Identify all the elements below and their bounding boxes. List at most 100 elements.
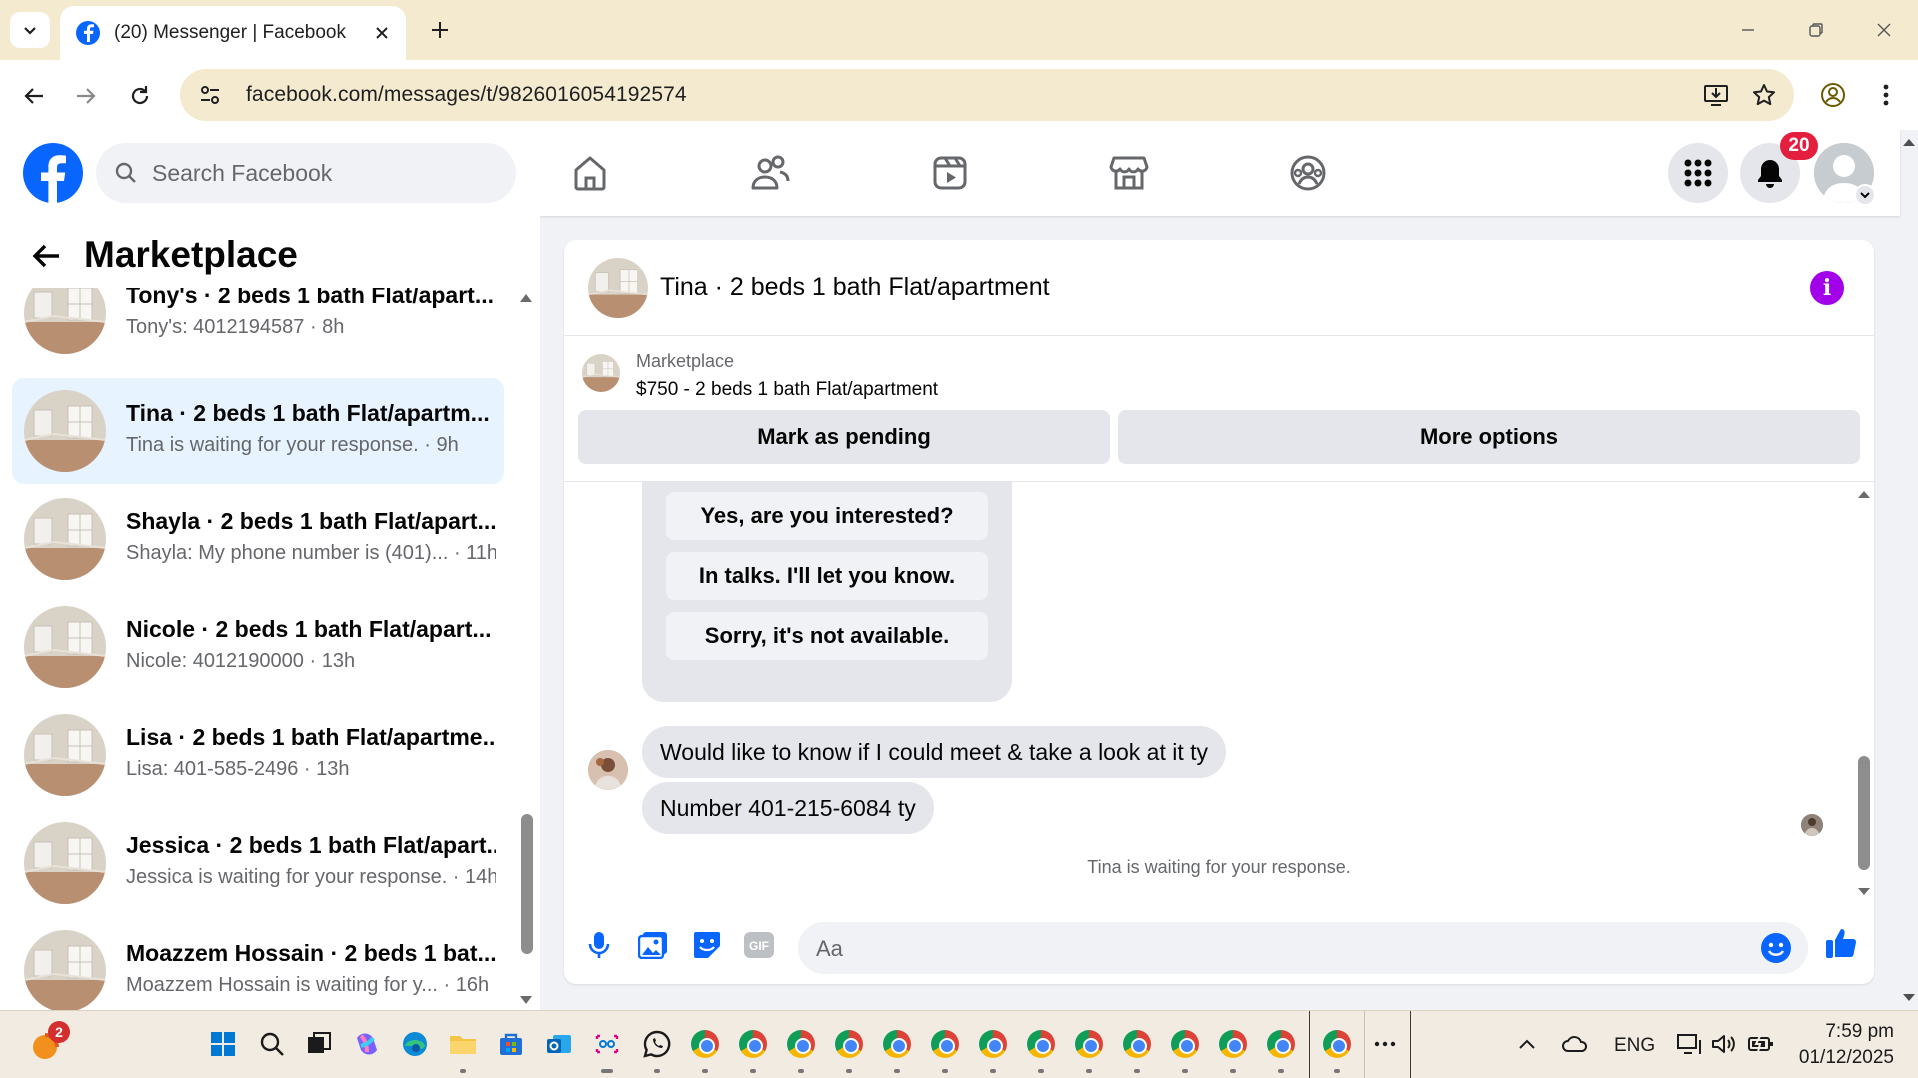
browser-profile-icon[interactable]	[1815, 77, 1851, 113]
menu-grid-button[interactable]	[1668, 143, 1728, 203]
close-tab-icon[interactable]	[374, 25, 390, 41]
chat-listing-thumbnail[interactable]	[588, 258, 648, 318]
volume-button[interactable]	[1706, 1027, 1740, 1061]
copilot-button[interactable]	[350, 1027, 384, 1061]
conversation-item[interactable]: Shayla · 2 beds 1 bath Flat/apart... Sha…	[12, 486, 504, 592]
listing-title[interactable]: $750 - 2 beds 1 bath Flat/apartment	[636, 379, 938, 401]
conversation-item[interactable]: Lisa · 2 beds 1 bath Flat/apartme... Lis…	[12, 702, 504, 808]
url-text[interactable]: facebook.com/messages/t/9826016054192574	[246, 83, 1698, 107]
store-app[interactable]	[494, 1027, 528, 1061]
quick-reply-button[interactable]: In talks. I'll let you know.	[666, 552, 988, 600]
quick-reply-button[interactable]: Yes, are you interested?	[666, 492, 988, 540]
chrome-window[interactable]	[1168, 1027, 1202, 1073]
chat-title[interactable]: Tina · 2 beds 1 bath Flat/apartment	[660, 273, 1050, 302]
snipping-tool-app[interactable]	[590, 1027, 624, 1073]
chrome-window[interactable]	[736, 1027, 770, 1073]
conversation-info-icon[interactable]: i	[1810, 271, 1844, 305]
running-indicator	[942, 1069, 948, 1073]
restore-button[interactable]	[1796, 14, 1836, 46]
chrome-window[interactable]	[1216, 1027, 1250, 1073]
facebook-logo-icon[interactable]	[23, 143, 83, 203]
reload-button[interactable]	[122, 78, 158, 114]
forward-button[interactable]	[68, 78, 104, 114]
send-like-button[interactable]	[1822, 924, 1860, 962]
chat-scroll-down-icon[interactable]	[1856, 886, 1872, 898]
conversation-item-active[interactable]: Tina · 2 beds 1 bath Flat/apartm... Tina…	[12, 378, 504, 484]
search-button[interactable]	[255, 1027, 289, 1061]
whatsapp-app[interactable]	[640, 1027, 674, 1073]
task-view-button[interactable]	[302, 1027, 336, 1061]
browser-menu-button[interactable]	[1868, 77, 1904, 113]
chrome-window[interactable]	[976, 1027, 1010, 1073]
conversation-item[interactable]: Jessica · 2 beds 1 bath Flat/apart... Je…	[12, 810, 504, 916]
chrome-window[interactable]	[880, 1027, 914, 1073]
chrome-window[interactable]	[1264, 1027, 1298, 1073]
chrome-window[interactable]	[1120, 1027, 1154, 1073]
show-hidden-icons-button[interactable]	[1510, 1027, 1544, 1061]
file-explorer-app[interactable]	[446, 1027, 480, 1073]
minimize-button[interactable]	[1728, 14, 1768, 46]
chrome-window[interactable]	[784, 1027, 818, 1073]
clock-date[interactable]: 01/12/2025	[1790, 1047, 1894, 1069]
chevron-down-icon	[24, 27, 36, 35]
new-tab-button[interactable]	[424, 14, 456, 46]
mark-as-pending-button[interactable]: Mark as pending	[578, 410, 1110, 464]
page-scroll-down[interactable]	[1900, 992, 1918, 1004]
network-button[interactable]	[1672, 1027, 1706, 1061]
install-app-icon[interactable]	[1698, 77, 1734, 113]
tab-search-button[interactable]	[10, 12, 50, 48]
sender-avatar[interactable]	[588, 750, 628, 790]
conversation-list-scroll-thumb[interactable]	[521, 814, 533, 954]
chrome-window[interactable]	[688, 1027, 722, 1073]
chat-scroll-thumb[interactable]	[1858, 756, 1870, 870]
nav-home[interactable]	[565, 148, 615, 198]
nav-friends[interactable]	[745, 148, 795, 198]
chrome-window[interactable]	[832, 1027, 866, 1073]
store-icon	[500, 1033, 522, 1055]
emoji-icon[interactable]	[1760, 932, 1792, 964]
chrome-window[interactable]	[928, 1027, 962, 1073]
more-options-button[interactable]: More options	[1118, 410, 1860, 464]
clock-time[interactable]: 7:59 pm	[1806, 1021, 1894, 1043]
site-info-icon[interactable]	[192, 77, 228, 113]
nav-video[interactable]	[925, 148, 975, 198]
chrome-icon	[1323, 1030, 1351, 1058]
bookmark-star-icon[interactable]	[1746, 77, 1782, 113]
nav-groups[interactable]	[1283, 148, 1333, 198]
page-scroll-up[interactable]	[1900, 136, 1918, 148]
more-apps-button[interactable]	[1368, 1027, 1402, 1061]
listing-small-thumbnail[interactable]	[582, 354, 620, 392]
message-bubble[interactable]: Would like to know if I could meet & tak…	[642, 726, 1227, 778]
back-button[interactable]	[16, 78, 52, 114]
active-browser-tab[interactable]: (20) Messenger | Facebook	[60, 6, 406, 60]
quick-reply-button[interactable]: Sorry, it's not available.	[666, 612, 988, 660]
chrome-window[interactable]	[1024, 1027, 1058, 1073]
conversation-item[interactable]: Moazzem Hossain · 2 beds 1 bat... Moazze…	[12, 918, 504, 1010]
language-indicator[interactable]: ENG	[1614, 1035, 1655, 1057]
battery-charging-icon	[1748, 1035, 1773, 1053]
back-button[interactable]	[28, 238, 64, 274]
outlook-app[interactable]	[542, 1027, 576, 1061]
nav-marketplace[interactable]	[1104, 148, 1154, 198]
onedrive-button[interactable]	[1558, 1027, 1592, 1061]
chrome-window-active[interactable]	[1320, 1027, 1354, 1073]
conversation-item[interactable]: Nicole · 2 beds 1 bath Flat/apart... Nic…	[12, 594, 504, 700]
account-menu-chevron-icon[interactable]	[1854, 184, 1876, 206]
gif-button[interactable]: GIF	[740, 926, 778, 964]
chrome-icon	[1219, 1030, 1247, 1058]
home-icon	[574, 156, 606, 191]
address-bar[interactable]: facebook.com/messages/t/9826016054192574	[180, 69, 1794, 121]
battery-button[interactable]	[1744, 1027, 1778, 1061]
message-input[interactable]: Aa	[798, 922, 1808, 974]
attach-photo-button[interactable]	[634, 926, 672, 964]
chrome-window[interactable]	[1072, 1027, 1106, 1073]
facebook-search-bar[interactable]: Search Facebook	[96, 143, 516, 203]
close-window-button[interactable]	[1864, 14, 1904, 46]
chat-scroll-up-icon[interactable]	[1856, 488, 1872, 500]
start-button[interactable]	[206, 1027, 240, 1061]
voice-clip-button[interactable]	[580, 926, 618, 964]
cloud-icon	[1562, 1036, 1588, 1052]
edge-app[interactable]	[398, 1027, 432, 1061]
message-bubble[interactable]: Number 401-215-6084 ty	[642, 782, 934, 834]
sticker-button[interactable]	[688, 926, 726, 964]
